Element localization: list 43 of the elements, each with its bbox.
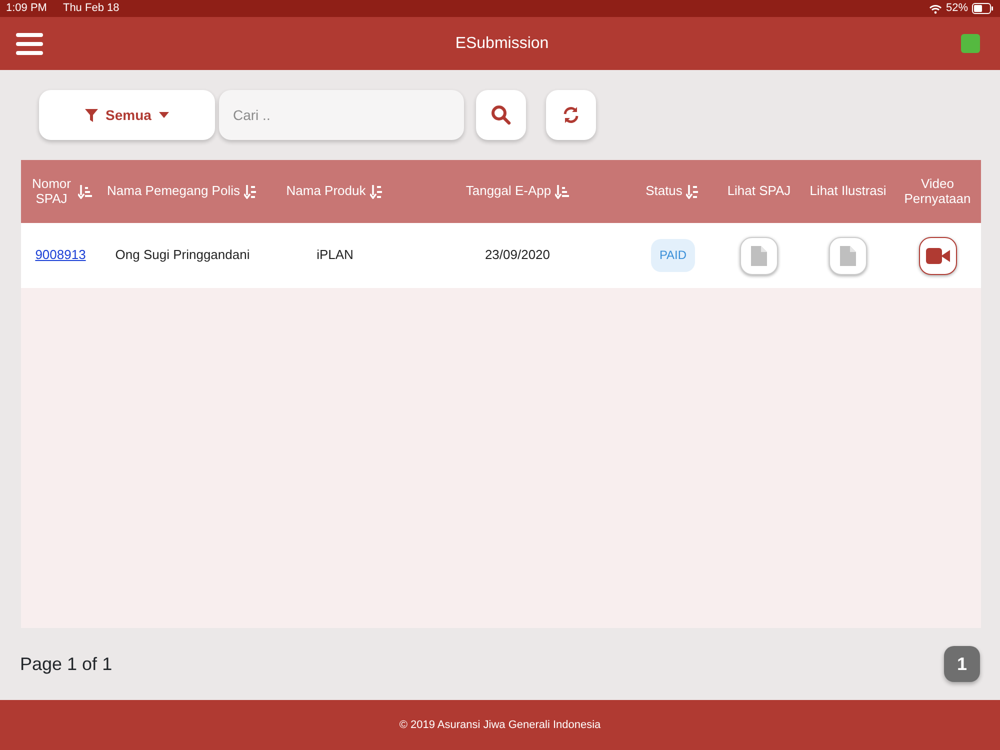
search-button[interactable] (476, 90, 526, 140)
video-button[interactable] (918, 236, 956, 274)
column-header: Nama Produk (286, 184, 366, 199)
status-badge: PAID (651, 238, 695, 272)
column-header: Tanggal E-App (466, 184, 552, 199)
column-header: Nama Pemegang Polis (107, 184, 240, 199)
wifi-icon (928, 4, 942, 14)
table-cell: Ong Sugi Pringgandani (115, 248, 250, 263)
video-camera-icon (926, 248, 950, 264)
status-time: 1:09 PM (6, 1, 47, 16)
status-date: Thu Feb 18 (62, 1, 120, 16)
sort-icon[interactable] (686, 184, 700, 198)
column-header: Nomor SPAJ (30, 177, 72, 206)
filter-dropdown[interactable]: Semua (39, 90, 215, 140)
document-button[interactable] (740, 236, 778, 274)
refresh-button[interactable] (546, 90, 596, 140)
spaj-link[interactable]: 9008913 (35, 248, 86, 263)
column-header: Status (646, 184, 682, 199)
caret-icon (159, 112, 170, 118)
sort-icon[interactable] (555, 184, 570, 198)
status-indicator-icon (961, 34, 980, 53)
copyright-text: © 2019 Asuransi Jiwa Generali Indonesia (399, 718, 601, 733)
table-cell: 23/09/2020 (484, 248, 550, 263)
document-icon (751, 246, 767, 266)
menu-icon[interactable] (16, 32, 43, 54)
filter-icon (84, 108, 98, 122)
table-cell: iPLAN (316, 248, 354, 263)
battery-percent: 52% (946, 1, 968, 16)
column-header: Lihat SPAJ (727, 184, 791, 199)
column-header: Video Pernyataan (903, 177, 972, 206)
battery-icon (972, 3, 994, 14)
sort-icon[interactable] (244, 184, 258, 198)
page-label: Page 1 of 1 (20, 652, 112, 676)
page-button[interactable]: 1 (944, 646, 980, 682)
sort-icon[interactable] (370, 184, 384, 198)
document-icon (840, 246, 856, 266)
search-icon (491, 104, 511, 125)
document-button[interactable] (829, 236, 867, 274)
sort-icon[interactable] (78, 184, 92, 198)
window-title: ESubmission (455, 34, 549, 54)
search-field[interactable]: Cari .. (219, 90, 464, 140)
refresh-icon (562, 106, 580, 124)
column-header: Lihat Ilustrasi (810, 184, 886, 199)
